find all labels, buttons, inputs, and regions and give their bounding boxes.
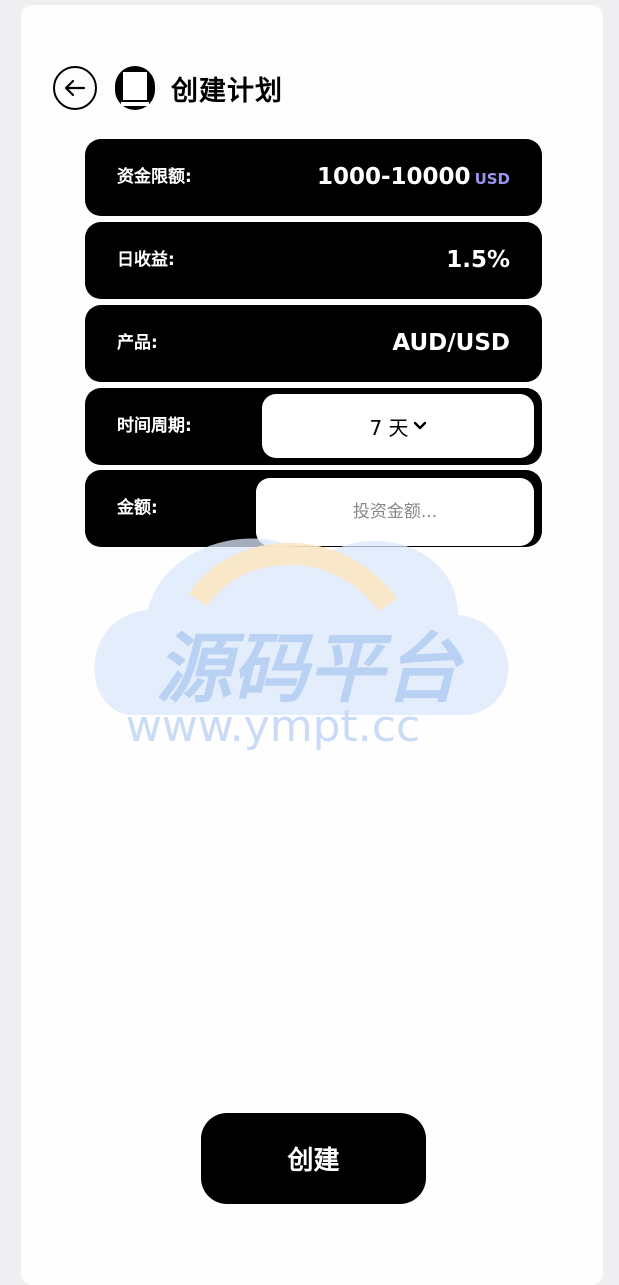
fund-limit-value: 1000-10000 [316,164,471,190]
header: 创建计划 [53,64,283,112]
fund-limit-row: 资金限额: 1000-10000 USD [85,139,542,216]
box-logo-icon [113,64,157,112]
amount-label: 金额: [117,498,158,518]
back-button[interactable] [53,66,97,110]
arrow-left-icon [64,79,86,97]
create-button[interactable]: 创建 [201,1113,426,1204]
period-label: 时间周期: [117,416,192,436]
daily-yield-label: 日收益: [117,250,175,270]
fund-limit-unit: USD [474,170,510,188]
product-label: 产品: [117,333,158,353]
fund-limit-value-wrap: 1000-10000 USD [317,139,510,218]
product-row: 产品: AUD/USD [85,305,542,382]
amount-input[interactable] [256,478,534,546]
daily-yield-row: 日收益: 1.5% [85,222,542,299]
period-selected-value: 7 天 [369,415,409,440]
page-title: 创建计划 [171,75,283,107]
chevron-down-icon [413,421,427,431]
daily-yield-value: 1.5% [446,247,510,273]
amount-row: 金额: [85,470,542,547]
fund-limit-label: 资金限额: [117,167,192,187]
period-row: 时间周期: 7 天 [85,388,542,465]
period-select[interactable]: 7 天 [262,394,534,458]
product-value: AUD/USD [392,330,510,356]
